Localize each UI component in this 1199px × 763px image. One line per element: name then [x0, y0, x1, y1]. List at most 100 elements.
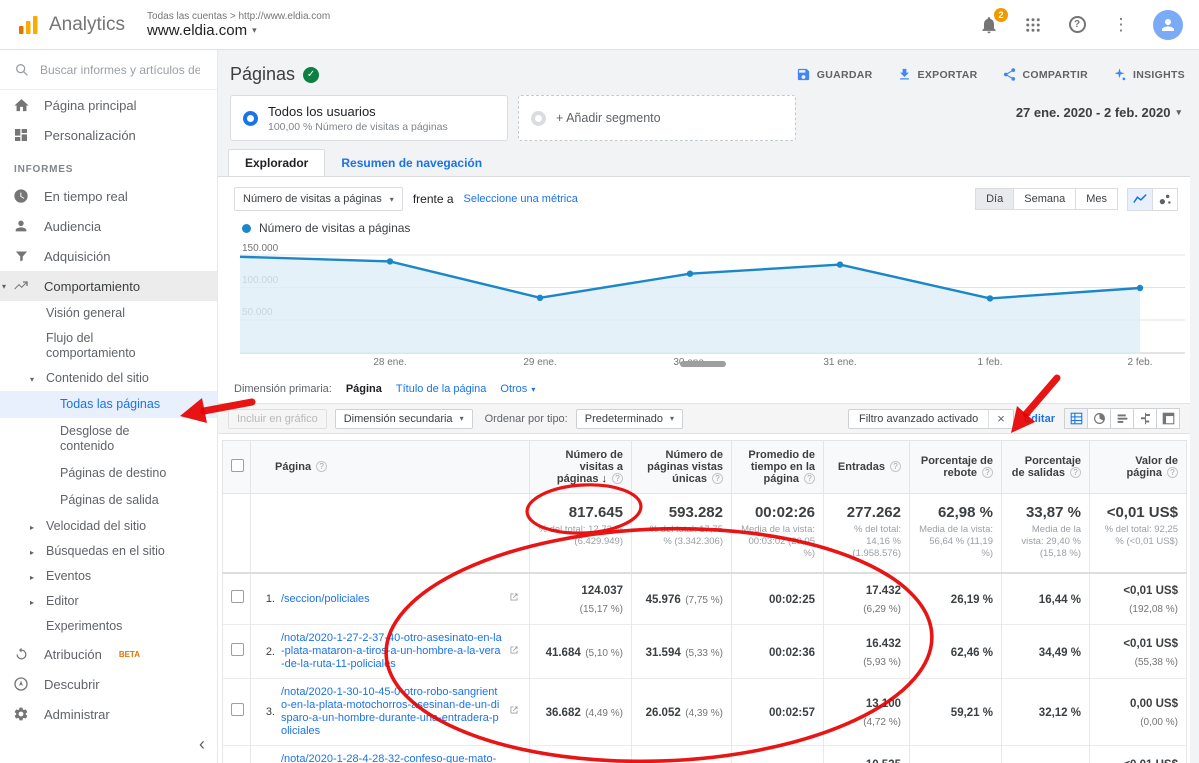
help-icon[interactable]: ?	[804, 473, 815, 484]
add-segment-button[interactable]: + Añadir segmento	[518, 95, 796, 141]
insights-button[interactable]: INSIGHTS	[1112, 67, 1185, 82]
page-link[interactable]: /nota/2020-1-30-10-45-0-otro-robo-sangri…	[281, 686, 502, 738]
motion-chart-type-button[interactable]	[1152, 188, 1178, 211]
help-icon[interactable]: ?	[1070, 467, 1081, 478]
analytics-logo[interactable]: Analytics	[0, 13, 125, 37]
col-header-salidas[interactable]: Porcentaje de salidas?	[1002, 441, 1090, 494]
sidebar-item-exit-pages[interactable]: Páginas de salida	[0, 487, 217, 514]
versus-label: frente a	[413, 192, 454, 206]
help-icon[interactable]: ?	[890, 461, 901, 472]
chart-scroll-handle[interactable]	[680, 361, 726, 367]
view-comparison-button[interactable]	[1133, 408, 1157, 429]
plot-rows-button[interactable]: Incluir en gráfico	[228, 409, 327, 429]
chevron-down-icon: ▾	[390, 195, 394, 204]
search-input[interactable]	[40, 63, 200, 77]
sidebar-item-attribution[interactable]: Atribución BETA	[0, 639, 217, 669]
help-icon[interactable]: ?	[612, 473, 623, 484]
line-chart-type-button[interactable]	[1127, 188, 1153, 211]
sidebar-item-site-content[interactable]: ▾ Contenido del sitio	[0, 366, 217, 391]
metric-selector[interactable]: Número de visitas a páginas ▾	[234, 187, 403, 211]
sidebar-item-events[interactable]: ▸ Eventos	[0, 564, 217, 589]
help-icon[interactable]: ?	[316, 461, 327, 472]
sidebar-item-behavior-flow[interactable]: Flujo del comportamiento	[0, 326, 217, 366]
external-link-icon[interactable]	[508, 703, 521, 721]
date-range-picker[interactable]: 27 ene. 2020 - 2 feb. 2020 ▾	[1016, 95, 1187, 120]
share-button[interactable]: COMPARTIR	[1002, 67, 1089, 82]
sidebar-item-editor[interactable]: ▸ Editor	[0, 589, 217, 614]
col-header-pagina[interactable]: Página?	[251, 441, 530, 494]
save-button[interactable]: GUARDAR	[796, 67, 873, 82]
view-percentage-button[interactable]	[1087, 408, 1111, 429]
tab-explorer[interactable]: Explorador	[228, 149, 325, 176]
help-icon[interactable]: ?	[1167, 467, 1178, 478]
account-switcher[interactable]: www.eldia.com ▾	[147, 22, 330, 39]
select-all-checkbox[interactable]	[231, 459, 244, 472]
sidebar-item-site-search[interactable]: ▸ Búsquedas en el sitio	[0, 539, 217, 564]
breadcrumb[interactable]: Todas las cuentas > http://www.eldia.com	[147, 11, 330, 22]
apps-grid-button[interactable]	[1021, 13, 1045, 37]
sidebar-item-acquisition[interactable]: Adquisición	[0, 241, 217, 271]
select-metric-link[interactable]: Seleccione una métrica	[464, 193, 578, 205]
sidebar-item-realtime[interactable]: En tiempo real	[0, 181, 217, 211]
close-icon[interactable]: ×	[989, 410, 1013, 427]
sidebar-item-content-drilldown[interactable]: Desglose de contenido	[0, 418, 217, 460]
x-tick-label: 29 ene.	[510, 357, 570, 368]
sort-type-button[interactable]: Predeterminado ▾	[576, 409, 683, 429]
granularity-week-button[interactable]: Semana	[1013, 188, 1076, 210]
sidebar-collapse-button[interactable]: ‹	[199, 734, 205, 755]
sidebar-item-experiments[interactable]: Experimentos	[0, 614, 217, 639]
col-header-rebote[interactable]: Porcentaje de rebote?	[910, 441, 1002, 494]
advanced-filter-chip[interactable]: Filtro avanzado activado ×	[848, 409, 1014, 429]
sidebar-item-all-pages[interactable]: Todas las páginas	[0, 391, 217, 418]
sidebar-item-behavior[interactable]: ▾ Comportamiento	[0, 271, 217, 301]
view-table-button[interactable]	[1064, 408, 1088, 429]
sidebar-item-site-speed[interactable]: ▸ Velocidad del sitio	[0, 514, 217, 539]
page-link[interactable]: /nota/2020-1-27-2-37-40-otro-asesinato-e…	[281, 632, 502, 671]
row-checkbox[interactable]	[231, 590, 244, 603]
sidebar-item-home[interactable]: Página principal	[0, 90, 217, 120]
edit-filter-link[interactable]: Editar	[1024, 413, 1055, 425]
report-tabs: Explorador Resumen de navegación	[218, 149, 1199, 176]
col-header-valor[interactable]: Valor de página?	[1090, 441, 1187, 494]
summary-unique: 593.282	[640, 504, 723, 521]
external-link-icon[interactable]	[508, 590, 521, 608]
export-button[interactable]: EXPORTAR	[897, 67, 978, 82]
page-link[interactable]: /seccion/policiales	[281, 593, 502, 606]
explorer-panel: Número de visitas a páginas ▾ frente a S…	[218, 176, 1190, 763]
view-pivot-button[interactable]	[1156, 408, 1180, 429]
sidebar-item-audience[interactable]: Audiencia	[0, 211, 217, 241]
sidebar-section-reports: INFORMES	[0, 150, 217, 181]
gear-icon	[12, 705, 30, 723]
dimension-page-title[interactable]: Título de la página	[396, 383, 487, 395]
overflow-menu-icon: ⋮	[1113, 15, 1130, 35]
overflow-menu-button[interactable]: ⋮	[1109, 13, 1133, 37]
col-header-visitas[interactable]: Número de visitas a páginas↓?	[530, 441, 632, 494]
row-checkbox[interactable]	[231, 643, 244, 656]
external-link-icon[interactable]	[508, 643, 521, 661]
granularity-day-button[interactable]: Día	[975, 188, 1014, 210]
help-button[interactable]: ?	[1065, 13, 1089, 37]
segment-all-users[interactable]: Todos los usuarios 100,00 % Número de vi…	[230, 95, 508, 141]
dimension-other[interactable]: Otros ▾	[500, 383, 535, 395]
notifications-button[interactable]: 2	[977, 13, 1001, 37]
col-header-entradas[interactable]: Entradas?	[824, 441, 910, 494]
sidebar-item-admin[interactable]: Administrar	[0, 699, 217, 729]
row-checkbox[interactable]	[231, 703, 244, 716]
col-header-tiempo[interactable]: Promedio de tiempo en la página?	[732, 441, 824, 494]
secondary-dimension-button[interactable]: Dimensión secundaria ▾	[335, 409, 473, 429]
view-performance-button[interactable]	[1110, 408, 1134, 429]
help-icon[interactable]: ?	[982, 467, 993, 478]
page-link[interactable]: /nota/2020-1-28-4-28-32-confeso-que-mato…	[281, 753, 502, 763]
sidebar-item-overview[interactable]: Visión general	[0, 301, 217, 326]
tab-navigation-summary[interactable]: Resumen de navegación	[325, 150, 498, 176]
sidebar-item-discover[interactable]: Descubrir	[0, 669, 217, 699]
sidebar-item-personalization[interactable]: Personalización	[0, 120, 217, 150]
filter-tools: Filtro avanzado activado × Editar	[848, 408, 1180, 429]
help-icon[interactable]: ?	[712, 473, 723, 484]
sidebar-item-landing-pages[interactable]: Páginas de destino	[0, 460, 217, 487]
granularity-month-button[interactable]: Mes	[1075, 188, 1118, 210]
avatar[interactable]	[1153, 10, 1183, 40]
sort-type-label: Ordenar por tipo:	[485, 413, 568, 425]
dimension-page[interactable]: Página	[346, 383, 382, 395]
col-header-vistas-unicas[interactable]: Número de páginas vistas únicas?	[632, 441, 732, 494]
